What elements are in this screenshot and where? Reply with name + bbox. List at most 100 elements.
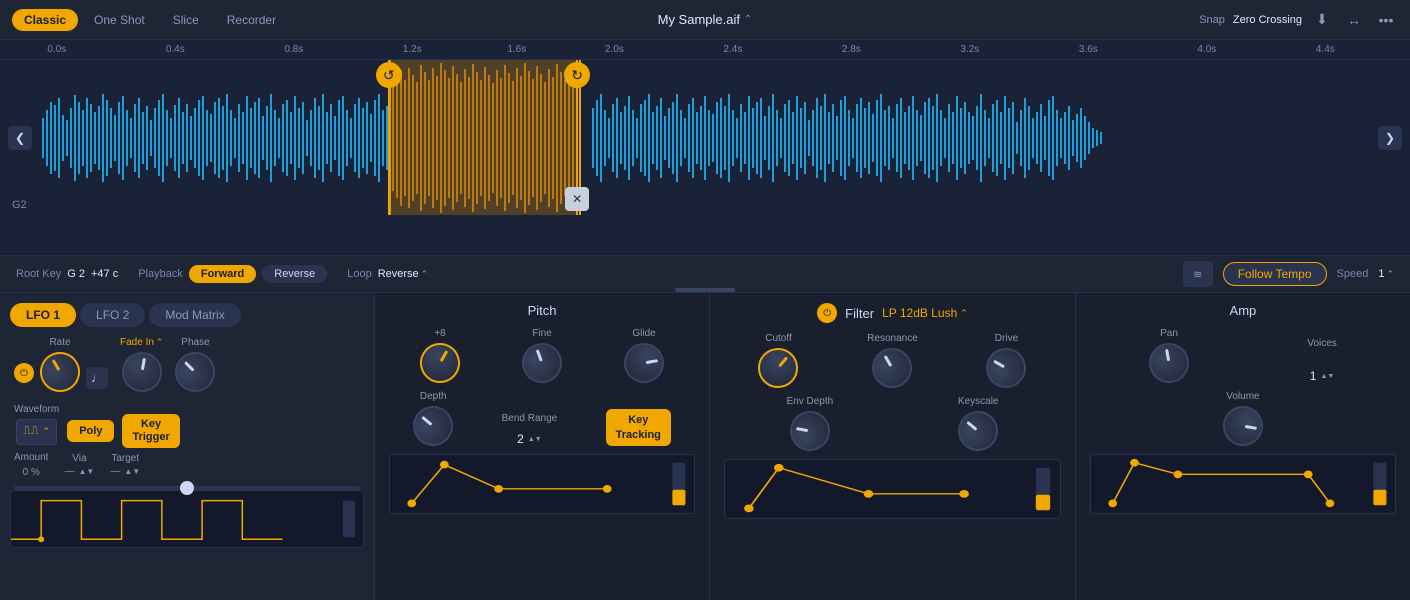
voices-stepper-icon[interactable]: ▲▼ xyxy=(1320,373,1334,380)
cutoff-group: Cutoff xyxy=(758,333,798,388)
key-trigger-button[interactable]: Key Trigger xyxy=(122,414,179,448)
more-icon[interactable]: ••• xyxy=(1374,8,1398,32)
volume-group: Volume xyxy=(1223,391,1263,446)
fade-in-knob[interactable] xyxy=(119,349,165,395)
depth-label: Depth xyxy=(420,391,447,402)
playback-label: Playback xyxy=(138,268,183,280)
depth-knob[interactable] xyxy=(405,398,461,454)
file-title[interactable]: My Sample.aif ⌃ xyxy=(658,12,753,27)
drive-knob[interactable] xyxy=(979,341,1034,396)
mode-tab-slice[interactable]: Slice xyxy=(161,9,211,31)
loop-end-handle[interactable]: ↻ xyxy=(564,62,590,88)
voices-control[interactable]: 1 ▲▼ xyxy=(1310,369,1335,383)
glide-knob[interactable] xyxy=(621,340,667,386)
key-tracking-group: KeyTracking xyxy=(606,409,671,446)
amp-envelope[interactable] xyxy=(1090,454,1396,514)
scroll-indicator[interactable] xyxy=(675,288,735,292)
pitch-knobs-row: +8 Fine Glide xyxy=(389,328,695,383)
lfo-tabs: LFO 1 LFO 2 Mod Matrix xyxy=(10,303,364,327)
amp-title: Amp xyxy=(1090,303,1396,318)
speed-value[interactable]: 1 ⌃ xyxy=(1378,268,1394,280)
pan-group: Pan xyxy=(1149,328,1189,383)
download-icon[interactable]: ⬇ xyxy=(1310,8,1334,32)
time-marker-4: 1.6s xyxy=(507,44,526,55)
waveform-label: Waveform xyxy=(14,404,59,415)
waveform-display-button[interactable]: ≋ xyxy=(1183,261,1213,287)
pitch-envelope[interactable] xyxy=(389,454,695,514)
reverse-button[interactable]: Reverse xyxy=(262,265,327,283)
selection-overlay[interactable]: ↺ ↻ ✕ xyxy=(388,60,578,215)
voices-value: 1 xyxy=(1310,369,1317,383)
key-tracking-button[interactable]: KeyTracking xyxy=(606,409,671,446)
amp-panel: Amp Pan Voices 1 ▲▼ Volume xyxy=(1076,293,1410,600)
coarse-knob[interactable] xyxy=(413,336,468,391)
nav-right-arrow[interactable]: ❯ xyxy=(1378,126,1402,150)
snap-value[interactable]: Zero Crossing xyxy=(1233,14,1302,26)
time-marker-8: 3.2s xyxy=(960,44,979,55)
mode-tab-oneshot[interactable]: One Shot xyxy=(82,9,157,31)
filter-envelope[interactable] xyxy=(724,459,1061,519)
resonance-knob[interactable] xyxy=(865,341,920,396)
nav-left-arrow[interactable]: ❮ xyxy=(8,126,32,150)
poly-button[interactable]: Poly xyxy=(67,420,114,442)
keyscale-knob[interactable] xyxy=(950,403,1006,459)
target-value-row[interactable]: — ▲▼ xyxy=(110,466,140,477)
tab-lfo2[interactable]: LFO 2 xyxy=(80,303,145,327)
amount-label: Amount xyxy=(14,452,48,463)
cutoff-knob[interactable] xyxy=(750,340,806,396)
waveform-svg xyxy=(0,60,1410,215)
tab-mod-matrix[interactable]: Mod Matrix xyxy=(149,303,240,327)
pan-label: Pan xyxy=(1160,328,1178,339)
fine-knob[interactable] xyxy=(516,337,567,388)
volume-knob[interactable] xyxy=(1220,403,1266,449)
pan-knob[interactable] xyxy=(1146,340,1192,386)
filter-type-selector[interactable]: LP 12dB Lush ⌃ xyxy=(882,306,968,320)
loop-value[interactable]: Reverse ⌃ xyxy=(378,268,429,280)
waveform-icon: ≋ xyxy=(1193,268,1202,281)
loop-start-handle[interactable]: ↺ xyxy=(376,62,402,88)
speed-chevron-icon: ⌃ xyxy=(1386,269,1394,280)
amount-value: 0 % xyxy=(23,467,40,478)
keyscale-group: Keyscale xyxy=(958,396,999,451)
via-value-row[interactable]: — ▲▼ xyxy=(64,466,94,477)
via-value: — xyxy=(64,466,74,477)
fade-in-group: Fade In ⌃ xyxy=(120,337,163,392)
rate-knob[interactable] xyxy=(33,345,88,400)
lfo-power-button[interactable]: ⏻ xyxy=(14,363,34,383)
bottom-panel: LFO 1 LFO 2 Mod Matrix ⏻ Rate ♩ Fade In … xyxy=(0,293,1410,600)
time-marker-1: 0.4s xyxy=(166,44,185,55)
phase-knob[interactable] xyxy=(167,344,224,401)
selection-close-button[interactable]: ✕ xyxy=(565,187,589,211)
speed-label: Speed xyxy=(1337,268,1369,280)
mode-tab-classic[interactable]: Classic xyxy=(12,9,78,31)
filter-power-button[interactable]: ⏻ xyxy=(817,303,837,323)
bend-range-control[interactable]: 2 ▲▼ xyxy=(517,432,542,446)
controls-right: ≋ Follow Tempo Speed 1 ⌃ xyxy=(1183,261,1394,287)
waveform-canvas[interactable]: ↺ ↻ ✕ ❮ ❯ G2 xyxy=(0,60,1410,215)
env-depth-knob[interactable] xyxy=(787,408,833,454)
bend-stepper-icon[interactable]: ▲▼ xyxy=(528,436,542,443)
fit-icon[interactable]: ↔ xyxy=(1342,8,1366,32)
mode-tab-recorder[interactable]: Recorder xyxy=(215,9,288,31)
mode-tabs: Classic One Shot Slice Recorder xyxy=(12,9,288,31)
amount-row: Amount 0 % Via — ▲▼ Target — ▲▼ xyxy=(14,452,360,478)
loop-group: Loop Reverse ⌃ xyxy=(347,268,428,280)
amount-slider[interactable] xyxy=(14,486,360,490)
bend-range-label: Bend Range xyxy=(502,413,558,424)
follow-tempo-button[interactable]: Follow Tempo xyxy=(1223,262,1327,286)
root-key-cents: +47 c xyxy=(91,268,118,280)
env-depth-label: Env Depth xyxy=(786,396,833,407)
amount-slider-thumb[interactable] xyxy=(180,481,194,495)
note-sync-button[interactable]: ♩ xyxy=(86,367,108,389)
target-stepper-icon[interactable]: ▲▼ xyxy=(124,467,140,476)
via-stepper-icon[interactable]: ▲▼ xyxy=(78,467,94,476)
pitch-panel: Pitch +8 Fine Glide Depth Bend Ran xyxy=(375,293,710,600)
phase-label: Phase xyxy=(181,337,209,348)
controls-bar: Root Key G 2 +47 c Playback Forward Reve… xyxy=(0,255,1410,293)
tab-lfo1[interactable]: LFO 1 xyxy=(10,303,76,327)
waveform-selector[interactable]: ⎍⎍ ⌃ xyxy=(16,419,57,445)
forward-button[interactable]: Forward xyxy=(189,265,256,283)
lfo-panel: LFO 1 LFO 2 Mod Matrix ⏻ Rate ♩ Fade In … xyxy=(0,293,375,600)
root-key-value[interactable]: G 2 xyxy=(67,268,85,280)
waveform-shape-icon: ⎍⎍ xyxy=(23,425,38,438)
